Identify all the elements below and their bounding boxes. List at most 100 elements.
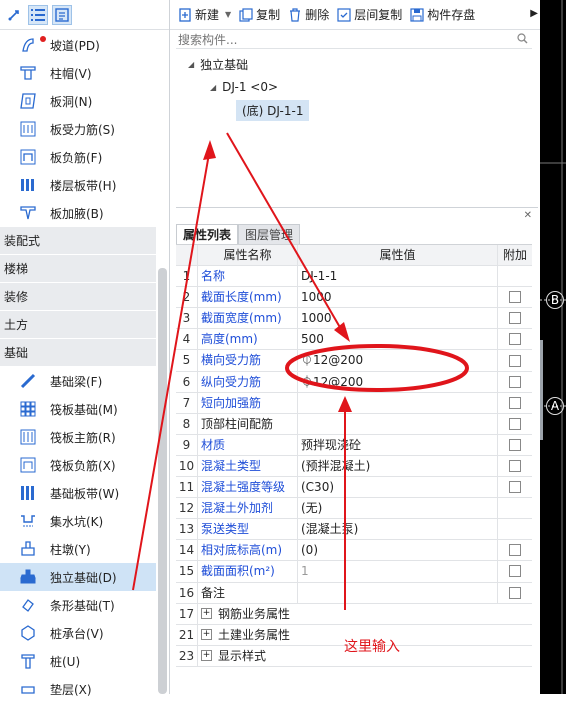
property-value[interactable]: 1000	[298, 287, 498, 308]
property-value[interactable]: ⏀12@200	[298, 350, 498, 371]
component-item[interactable]: 板负筋(F)	[0, 143, 156, 171]
search-icon[interactable]	[517, 33, 528, 47]
extra-checkbox[interactable]	[509, 481, 521, 494]
add-icon[interactable]	[4, 5, 24, 25]
expand-icon[interactable]: +	[201, 650, 212, 662]
property-group[interactable]: + 钢筋业务属性	[198, 604, 290, 624]
tree-root[interactable]: ◢ 独立基础	[188, 56, 248, 73]
property-row[interactable]: 4 高度(mm) 500	[176, 329, 532, 351]
property-value[interactable]: (混凝土泵)	[298, 519, 498, 540]
component-item[interactable]: 柱墩(Y)	[0, 535, 156, 563]
component-item[interactable]: 集水坑(K)	[0, 507, 156, 535]
search-input[interactable]	[176, 31, 506, 48]
new-button[interactable]: 新建 ▼	[178, 6, 231, 23]
collapse-icon[interactable]: ◢	[188, 60, 194, 69]
property-value[interactable]: ⏀12@200	[298, 371, 498, 392]
expand-icon[interactable]: +	[201, 608, 212, 620]
tab-layer-management[interactable]: 图层管理	[238, 224, 301, 244]
component-item[interactable]: 筏板基础(M)	[0, 395, 156, 423]
property-value[interactable]: (预拌混凝土)	[298, 455, 498, 477]
component-item[interactable]: 桩承台(V)	[0, 619, 156, 647]
property-row[interactable]: 14 相对底标高(m) (0)	[176, 540, 532, 562]
category-header[interactable]: 楼梯	[0, 255, 156, 283]
property-row[interactable]: 3 截面宽度(mm) 1000	[176, 308, 532, 330]
tree-leaf[interactable]: (底) DJ-1-1	[236, 100, 310, 121]
extra-checkbox[interactable]	[509, 459, 521, 472]
tree-child[interactable]: ◢ DJ-1 <0>	[210, 80, 278, 94]
component-item[interactable]: 坡道(PD)	[0, 31, 156, 59]
property-value[interactable]: 1	[298, 561, 498, 582]
extra-checkbox[interactable]	[509, 586, 521, 599]
store-button[interactable]: 构件存盘	[410, 6, 475, 23]
more-arrow-icon[interactable]: ▶	[530, 8, 538, 19]
tab-property-list[interactable]: 属性列表	[176, 224, 239, 244]
extra-checkbox[interactable]	[509, 375, 521, 388]
category-header[interactable]: 基础	[0, 339, 156, 367]
property-value[interactable]: 1000	[298, 308, 498, 329]
property-row[interactable]: 9 材质 预拌现浇砼	[176, 434, 532, 456]
extra-checkbox[interactable]	[509, 354, 521, 367]
extra-checkbox[interactable]	[509, 291, 521, 304]
property-row[interactable]: 16 备注	[176, 582, 532, 604]
property-group[interactable]: + 土建业务属性	[198, 625, 290, 645]
property-row[interactable]: 5 横向受力筋 ⏀12@200	[176, 350, 532, 372]
component-item[interactable]: 楼层板带(H)	[0, 171, 156, 199]
property-value[interactable]: (C30)	[298, 477, 498, 498]
component-item[interactable]: 筏板主筋(R)	[0, 423, 156, 451]
property-row[interactable]: 13 泵送类型 (混凝土泵)	[176, 519, 532, 541]
left-scrollbar[interactable]	[158, 268, 167, 694]
property-group[interactable]: + 显示样式	[198, 646, 266, 666]
copy-button[interactable]: 复制	[239, 6, 280, 23]
property-value[interactable]	[298, 392, 498, 413]
component-item[interactable]: 桩(U)	[0, 647, 156, 675]
category-header[interactable]: 装修	[0, 283, 156, 311]
component-item[interactable]: 柱帽(V)	[0, 59, 156, 87]
property-row[interactable]: 15 截面面积(m²) 1	[176, 561, 532, 583]
property-value[interactable]	[298, 413, 498, 434]
property-row[interactable]: 6 纵向受力筋 ⏀12@200	[176, 371, 532, 393]
property-group-row[interactable]: 17 + 钢筋业务属性	[176, 603, 532, 625]
component-item[interactable]: 基础板带(W)	[0, 479, 156, 507]
property-row[interactable]: 2 截面长度(mm) 1000	[176, 287, 532, 309]
component-item[interactable]: 条形基础(T)	[0, 591, 156, 619]
property-row[interactable]: 12 混凝土外加剂 (无)	[176, 498, 532, 520]
property-row[interactable]: 11 混凝土强度等级 (C30)	[176, 477, 532, 499]
panel-splitter[interactable]: ✕	[176, 207, 538, 225]
extra-checkbox[interactable]	[509, 396, 521, 409]
category-header[interactable]: 装配式	[0, 227, 156, 255]
property-value[interactable]: DJ-1-1	[298, 266, 498, 287]
list-view-icon[interactable]	[28, 4, 48, 25]
delete-button[interactable]: 删除	[288, 6, 329, 23]
extra-checkbox[interactable]	[509, 333, 521, 346]
category-header[interactable]: 土方	[0, 311, 156, 339]
extra-checkbox[interactable]	[509, 438, 521, 451]
property-value[interactable]: 预拌现浇砼	[298, 434, 498, 455]
component-item[interactable]: 板洞(N)	[0, 87, 156, 115]
floor-copy-button[interactable]: 层间复制	[337, 6, 402, 23]
extra-checkbox[interactable]	[509, 312, 521, 325]
extra-checkbox[interactable]	[509, 417, 521, 430]
property-value[interactable]: 500	[298, 329, 498, 350]
component-item[interactable]: 基础梁(F)	[0, 367, 156, 395]
component-item[interactable]: 板受力筋(S)	[0, 115, 156, 143]
property-value[interactable]	[298, 582, 498, 603]
component-item[interactable]: 筏板负筋(X)	[0, 451, 156, 479]
tree-leaf-label[interactable]: (底) DJ-1-1	[236, 100, 310, 121]
component-item[interactable]: 独立基础(D)	[0, 563, 156, 591]
drawing-canvas[interactable]	[540, 0, 566, 694]
property-value[interactable]: (无)	[298, 498, 498, 519]
extra-checkbox[interactable]	[509, 544, 521, 557]
extra-checkbox[interactable]	[509, 565, 521, 578]
property-row[interactable]: 10 混凝土类型 (预拌混凝土)	[176, 455, 532, 478]
property-row[interactable]: 7 短向加强筋	[176, 392, 532, 414]
property-row[interactable]: 8 顶部柱间配筋	[176, 413, 532, 435]
collapse-icon[interactable]: ◢	[210, 83, 216, 92]
property-row[interactable]: 1 名称 DJ-1-1	[176, 266, 532, 288]
component-item[interactable]: 板加腋(B)	[0, 199, 156, 227]
close-icon[interactable]: ✕	[524, 210, 532, 221]
component-item[interactable]: 垫层(X)	[0, 675, 156, 703]
expand-icon[interactable]: +	[201, 629, 212, 641]
chevron-down-icon[interactable]: ▼	[225, 10, 231, 19]
detail-view-icon[interactable]	[52, 4, 72, 25]
property-value[interactable]: (0)	[298, 540, 498, 561]
